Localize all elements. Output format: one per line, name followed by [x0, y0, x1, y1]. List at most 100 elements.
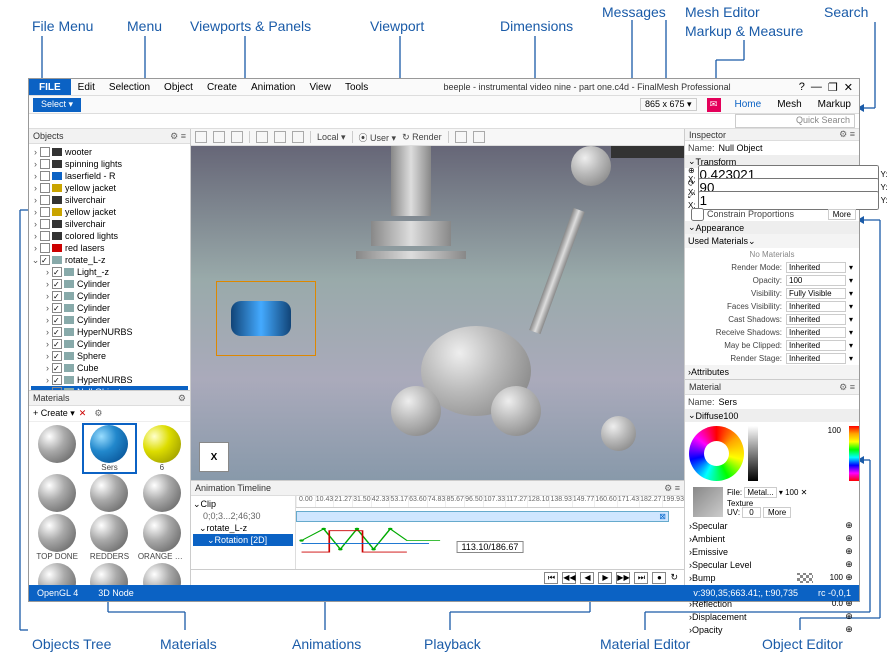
- material-channel-row[interactable]: › Displacement⊕: [685, 610, 859, 623]
- render-button[interactable]: ↻ Render: [402, 132, 442, 143]
- tree-row[interactable]: ›Cube: [31, 362, 188, 374]
- track-label[interactable]: Rotation [2D]: [215, 535, 268, 545]
- gear-icon[interactable]: ⚙: [94, 408, 102, 419]
- tree-row[interactable]: ›Cylinder: [31, 302, 188, 314]
- tree-row[interactable]: ›colored lights: [31, 230, 188, 242]
- messages-icon[interactable]: ✉: [707, 98, 721, 112]
- tab-home[interactable]: Home: [727, 99, 770, 110]
- property-value[interactable]: Inherited: [786, 301, 846, 312]
- objects-tree[interactable]: ›wooter›spinning lights›laserfield - R ›y…: [29, 144, 190, 390]
- tree-row[interactable]: ›red lasers: [31, 242, 188, 254]
- property-value[interactable]: Inherited: [786, 314, 846, 325]
- minimize-button[interactable]: —: [811, 81, 822, 94]
- more-button[interactable]: More: [763, 507, 791, 518]
- clip-bar[interactable]: ⊠: [296, 511, 669, 522]
- menu-create[interactable]: Create: [200, 82, 244, 93]
- gear-icon[interactable]: ⚙ ≡: [664, 483, 680, 494]
- tree-row[interactable]: ›laserfield - R: [31, 170, 188, 182]
- material-channel-row[interactable]: › Specular⊕: [685, 519, 859, 532]
- material-swatch[interactable]: ORANGE HA...: [137, 514, 187, 561]
- chevron-down-icon[interactable]: ⌄: [748, 236, 756, 247]
- record-button[interactable]: ●: [652, 572, 666, 584]
- material-swatch[interactable]: REDDERS: [84, 514, 134, 561]
- tool-icon[interactable]: [231, 131, 243, 143]
- tool-icon[interactable]: [274, 131, 286, 143]
- material-swatch[interactable]: [32, 474, 82, 512]
- track-label[interactable]: rotate_L-z: [207, 523, 248, 533]
- property-value[interactable]: Fully Visible: [786, 288, 846, 299]
- value-slider[interactable]: [748, 426, 758, 481]
- tree-row[interactable]: ›HyperNURBS: [31, 326, 188, 338]
- menu-edit[interactable]: Edit: [71, 82, 102, 93]
- property-value[interactable]: Inherited: [786, 262, 846, 273]
- color-wheel[interactable]: [689, 426, 744, 481]
- create-material-button[interactable]: + Create ▾: [33, 408, 75, 419]
- file-menu-button[interactable]: FILE: [29, 79, 71, 95]
- material-swatch[interactable]: [32, 425, 82, 472]
- camera-dropdown[interactable]: ⦿ User ▾: [359, 131, 397, 144]
- scale-x-input[interactable]: [698, 191, 879, 210]
- texture-swatch[interactable]: [693, 487, 723, 517]
- tool-icon[interactable]: [256, 131, 268, 143]
- skip-end-button[interactable]: ⏭: [634, 572, 648, 584]
- help-button[interactable]: ?: [799, 81, 805, 94]
- property-value[interactable]: Inherited: [786, 340, 846, 351]
- menu-animation[interactable]: Animation: [244, 82, 302, 93]
- property-value[interactable]: 100: [786, 275, 846, 286]
- property-value[interactable]: Inherited: [786, 353, 846, 364]
- mat-name-value[interactable]: Sers: [719, 397, 738, 407]
- dimensions-dropdown[interactable]: 865 x 675 ▾: [640, 98, 697, 111]
- search-input[interactable]: Quick Search: [735, 114, 855, 128]
- material-channel-row[interactable]: › Specular Level⊕: [685, 558, 859, 571]
- tree-row[interactable]: ›wooter: [31, 146, 188, 158]
- material-channel-row[interactable]: › Opacity⊕: [685, 623, 859, 636]
- rewind-button[interactable]: ◀◀: [562, 572, 576, 584]
- diffuse-value[interactable]: 100: [723, 411, 738, 421]
- more-button[interactable]: More: [828, 209, 856, 220]
- constrain-checkbox[interactable]: [691, 208, 704, 221]
- gear-icon[interactable]: ⚙: [178, 393, 186, 404]
- material-swatch[interactable]: [84, 563, 134, 585]
- appearance-section[interactable]: Appearance: [685, 221, 859, 234]
- gear-icon[interactable]: ⚙ ≡: [170, 131, 186, 142]
- tree-row[interactable]: ›Cylinder: [31, 290, 188, 302]
- close-button[interactable]: ✕: [844, 81, 853, 94]
- property-value[interactable]: Inherited: [786, 327, 846, 338]
- tool-icon[interactable]: [195, 131, 207, 143]
- tree-row[interactable]: ›spinning lights: [31, 158, 188, 170]
- tool-icon[interactable]: [455, 131, 467, 143]
- material-swatch[interactable]: [32, 563, 82, 585]
- menu-view[interactable]: View: [302, 82, 338, 93]
- material-channel-row[interactable]: › Bump100⊕: [685, 571, 859, 584]
- timeline-tree[interactable]: ⌄ Clip 0;0;3...2;46;30 ⌄ rotate_L-z ⌄ Ro…: [191, 496, 296, 569]
- tree-row[interactable]: ›silverchair: [31, 194, 188, 206]
- tree-row[interactable]: ›HyperNURBS: [31, 374, 188, 386]
- menu-tools[interactable]: Tools: [338, 82, 375, 93]
- skip-start-button[interactable]: ⏮: [544, 572, 558, 584]
- material-channel-row[interactable]: › Ambient⊕: [685, 532, 859, 545]
- delete-material-button[interactable]: ✕: [79, 408, 87, 419]
- step-forward-button[interactable]: ▶▶: [616, 572, 630, 584]
- color-value[interactable]: 100: [762, 426, 841, 435]
- tab-mesh[interactable]: Mesh: [769, 99, 809, 110]
- tree-row[interactable]: ›Cylinder: [31, 338, 188, 350]
- tree-row[interactable]: ›Cylinder: [31, 314, 188, 326]
- attributes-section[interactable]: Attributes: [691, 367, 729, 377]
- tree-row[interactable]: ›Cylinder: [31, 278, 188, 290]
- maximize-button[interactable]: ❐: [828, 81, 838, 94]
- texture-file-input[interactable]: Metal...: [744, 487, 776, 498]
- loop-icon[interactable]: ↻: [670, 572, 678, 583]
- material-swatch[interactable]: Sers: [84, 425, 134, 472]
- uv-input[interactable]: 0: [742, 507, 760, 518]
- materials-grid[interactable]: Sers6TOP DONEREDDERSORANGE HA...backgrou…: [29, 422, 190, 585]
- hue-slider[interactable]: [849, 426, 859, 481]
- tree-row[interactable]: ›yellow jacket: [31, 206, 188, 218]
- viewport-3d[interactable]: X: [191, 146, 684, 480]
- play-button[interactable]: ▶: [598, 572, 612, 584]
- diffuse-section[interactable]: Diffuse 100: [685, 409, 859, 422]
- gear-icon[interactable]: ⚙ ≡: [839, 382, 855, 393]
- tool-icon[interactable]: [213, 131, 225, 143]
- timeline-graph[interactable]: 0.0010.4321.2731.5042.3353.1763.6074.838…: [296, 496, 684, 569]
- material-swatch[interactable]: 6: [137, 425, 187, 472]
- material-swatch[interactable]: [137, 474, 187, 512]
